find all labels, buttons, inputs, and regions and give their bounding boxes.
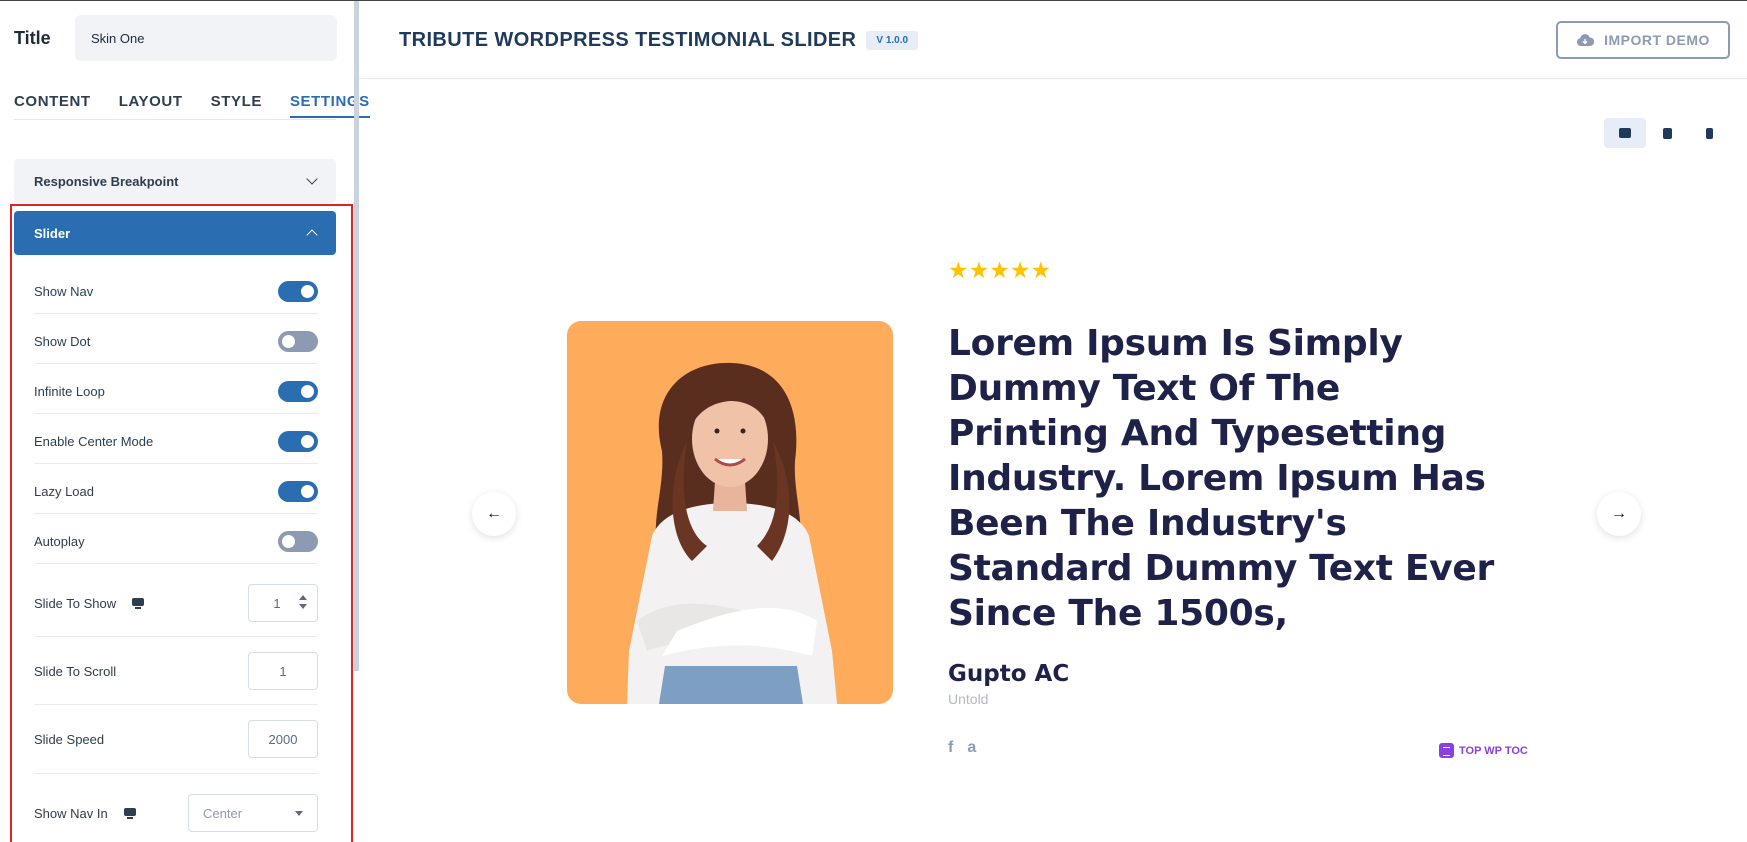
divider: [34, 513, 318, 514]
person-illustration: [627, 362, 837, 704]
divider: [34, 636, 318, 637]
spinner-icon[interactable]: [299, 595, 307, 609]
divider: [34, 413, 318, 414]
desktop-icon: [132, 598, 145, 609]
select-value: Center: [203, 805, 243, 821]
divider: [34, 313, 318, 314]
toc-icon: [1439, 743, 1454, 758]
setting-slide-speed: Slide Speed 2000: [34, 720, 318, 758]
setting-autoplay: Autoplay: [34, 531, 318, 552]
version-badge: V 1.0.0: [866, 31, 919, 50]
title-row: Title Skin One: [14, 15, 337, 61]
page-title: TRIBUTE WORDPRESS TESTIMONIAL SLIDER: [399, 29, 857, 51]
setting-label: Show Nav: [34, 284, 94, 299]
divider: [34, 773, 318, 774]
setting-center-mode: Enable Center Mode: [34, 431, 318, 452]
tabs-divider: [14, 119, 336, 120]
amazon-icon[interactable]: a: [967, 739, 976, 757]
accordion-label: Slider: [34, 225, 71, 241]
autoplay-toggle[interactable]: [278, 531, 318, 552]
setting-label: Slide To Show: [34, 595, 117, 611]
setting-label-group: Show Nav In: [34, 806, 136, 821]
divider: [34, 563, 318, 564]
title-label: Title: [14, 27, 51, 48]
import-label: IMPORT DEMO: [1604, 32, 1710, 48]
setting-slide-to-show: Slide To Show 1: [34, 584, 318, 622]
setting-label: Infinite Loop: [34, 384, 105, 399]
author-company: Untold: [948, 691, 989, 707]
import-demo-button[interactable]: IMPORT DEMO: [1556, 21, 1730, 59]
show-nav-in-select[interactable]: Center: [188, 794, 318, 832]
slide-to-scroll-input[interactable]: 1: [248, 652, 318, 690]
top-wp-toc-badge[interactable]: TOP WP TOC: [1439, 743, 1528, 758]
settings-sidebar: Title Skin One CONTENT LAYOUT STYLE SETT…: [0, 1, 370, 842]
arrow-left-icon: ←: [486, 505, 502, 522]
setting-label: Autoplay: [34, 534, 85, 549]
show-nav-toggle[interactable]: [278, 281, 318, 302]
desktop-icon: [123, 808, 136, 819]
arrow-right-icon: →: [1611, 505, 1627, 522]
testimonial-photo: [567, 321, 893, 704]
facebook-icon[interactable]: f: [948, 739, 953, 757]
device-switcher: [1604, 118, 1730, 148]
setting-label-group: Slide To Show: [34, 595, 145, 611]
next-slide-button[interactable]: →: [1597, 492, 1641, 536]
setting-infinite-loop: Infinite Loop: [34, 381, 318, 402]
slide-to-show-input[interactable]: 1: [248, 584, 318, 622]
responsive-breakpoint-accordion[interactable]: Responsive Breakpoint: [14, 159, 336, 203]
rating-stars: ★★★★★: [948, 257, 1052, 283]
cloud-download-icon: [1577, 34, 1595, 46]
prev-slide-button[interactable]: ←: [472, 492, 516, 536]
setting-slide-to-scroll: Slide To Scroll 1: [34, 652, 318, 690]
setting-label: Slide Speed: [34, 731, 105, 747]
setting-label: Enable Center Mode: [34, 434, 154, 449]
tab-layout[interactable]: LAYOUT: [119, 93, 183, 118]
slider-accordion[interactable]: Slider: [14, 211, 336, 255]
tab-content[interactable]: CONTENT: [14, 93, 91, 118]
setting-label: Slide To Scroll: [34, 663, 117, 679]
plugin-title: TRIBUTE WORDPRESS TESTIMONIAL SLIDER V 1…: [399, 29, 919, 52]
desktop-icon: [1619, 128, 1631, 138]
setting-lazy-load: Lazy Load: [34, 481, 318, 502]
infinite-loop-toggle[interactable]: [278, 381, 318, 402]
sidebar-scrollbar[interactable]: [354, 1, 359, 671]
page-header: TRIBUTE WORDPRESS TESTIMONIAL SLIDER V 1…: [359, 1, 1747, 79]
device-tablet[interactable]: [1646, 118, 1688, 148]
tab-style[interactable]: STYLE: [211, 93, 262, 118]
center-mode-toggle[interactable]: [278, 431, 318, 452]
slide-speed-input[interactable]: 2000: [248, 720, 318, 758]
setting-label: Show Dot: [34, 334, 91, 349]
title-input[interactable]: Skin One: [75, 15, 337, 61]
chevron-down-icon: [306, 173, 318, 185]
tablet-icon: [1662, 127, 1672, 139]
caret-down-icon: [295, 810, 303, 816]
divider: [34, 704, 318, 705]
show-dot-toggle[interactable]: [278, 331, 318, 352]
device-desktop[interactable]: [1604, 118, 1646, 148]
input-value: 1: [273, 595, 281, 611]
testimonial-quote: Lorem Ipsum Is Simply Dummy Text Of The …: [948, 323, 1494, 634]
setting-label: Lazy Load: [34, 484, 94, 499]
setting-label: Show Nav In: [34, 805, 108, 821]
device-mobile[interactable]: [1688, 118, 1730, 148]
toc-label: TOP WP TOC: [1459, 744, 1528, 757]
setting-show-nav: Show Nav: [34, 281, 318, 302]
accordion-label: Responsive Breakpoint: [34, 173, 179, 189]
divider: [34, 363, 318, 364]
setting-show-dot: Show Dot: [34, 331, 318, 352]
author-name: Gupto AC: [948, 661, 1070, 687]
setting-show-nav-in: Show Nav In Center: [34, 794, 318, 832]
divider: [34, 463, 318, 464]
chevron-up-icon: [306, 229, 318, 241]
mobile-icon: [1705, 127, 1713, 139]
lazy-load-toggle[interactable]: [278, 481, 318, 502]
social-links: f a: [948, 739, 976, 757]
settings-tabs: CONTENT LAYOUT STYLE SETTINGS: [14, 93, 370, 118]
